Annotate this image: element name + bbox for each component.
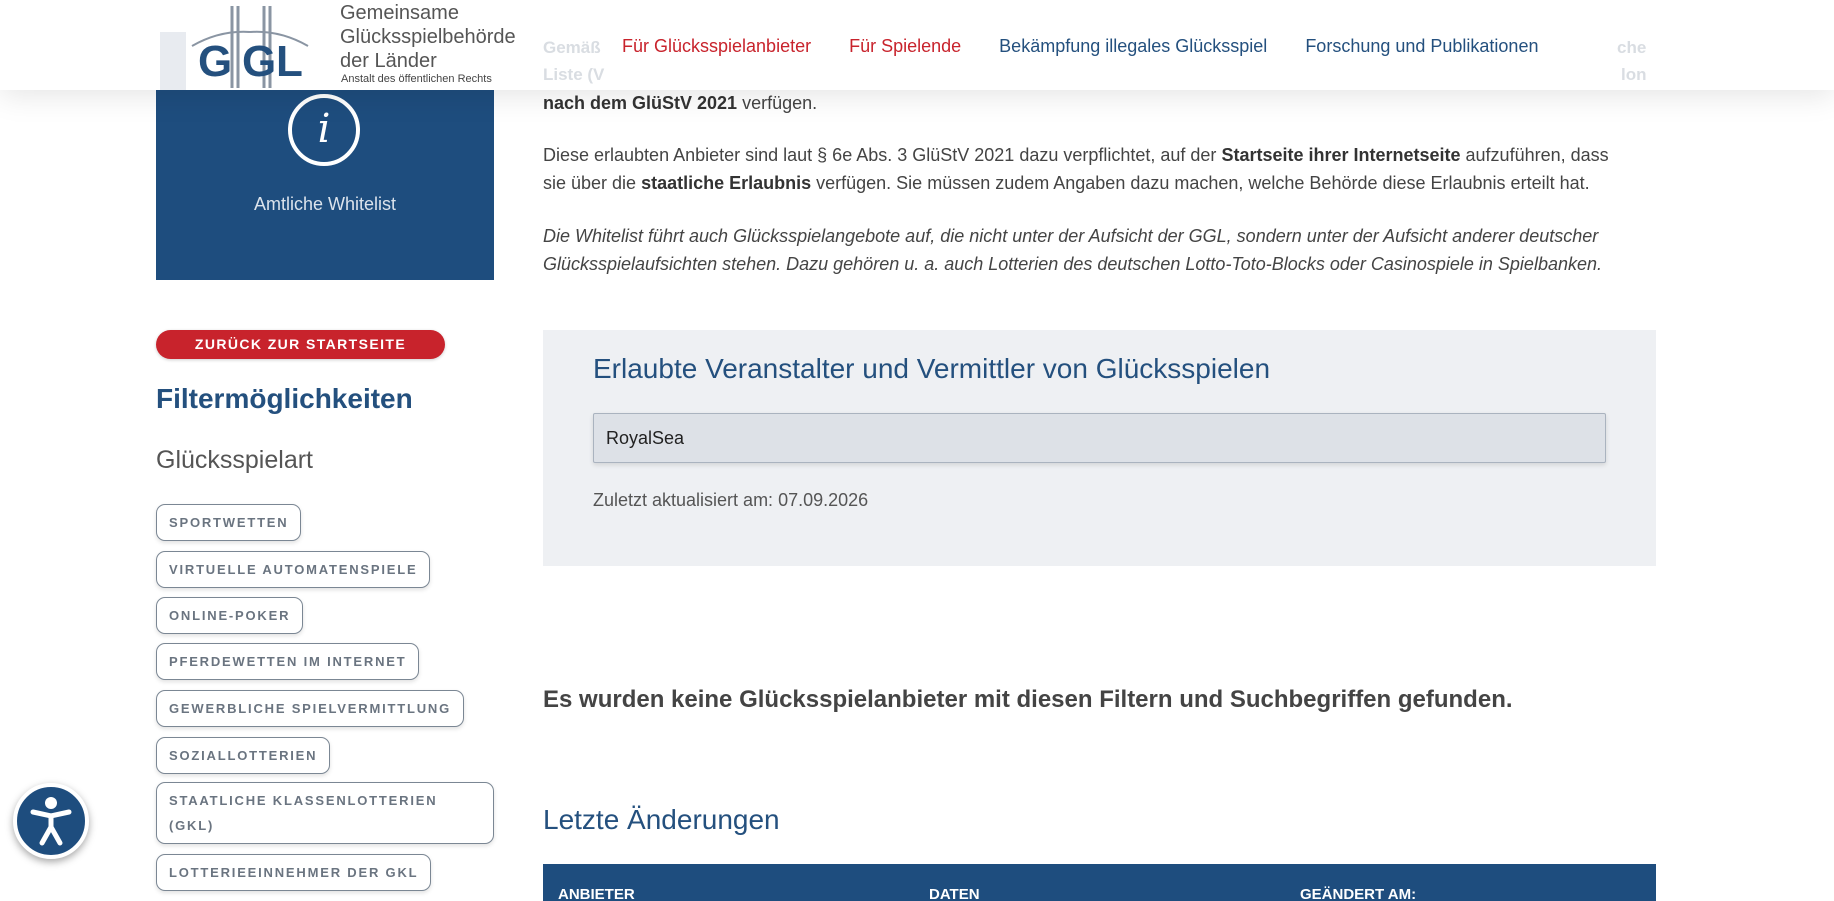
logo-abbr-g2: G — [242, 37, 276, 86]
accessibility-icon — [30, 797, 72, 846]
filter-tag-online-poker[interactable]: ONLINE-POKER — [156, 597, 304, 634]
changes-table-header: ANBIETER DATEN GEÄNDERT AM: — [543, 864, 1656, 901]
intro-paragraph-2-line-2: sie über die staatliche Erlaubnis verfüg… — [543, 169, 1590, 197]
filter-title: Filtermöglichkeiten — [156, 383, 413, 414]
column-header-anbieter[interactable]: ANBIETER — [558, 886, 635, 901]
search-panel-title: Erlaubte Veranstalter und Vermittler von… — [593, 353, 1271, 384]
intro-paragraph-3-line-2: Glücksspielaufsichten stehen. Dazu gehör… — [543, 254, 1602, 274]
para2-l1-text-c: aufzuführen, dass — [1460, 145, 1609, 165]
nav-link-spielende[interactable]: Für Spielende — [849, 36, 961, 57]
nav-link-illegales-gluecksspiel[interactable]: Bekämpfung illegales Glücksspiel — [999, 36, 1267, 57]
accessibility-button[interactable] — [13, 783, 89, 859]
info-icon: i — [288, 94, 360, 166]
whitelist-card-label: Amtliche Whitelist — [253, 194, 397, 214]
search-panel: Erlaubte Veranstalter und Vermittler von… — [543, 330, 1656, 566]
filter-tag-klassenlotterien[interactable]: STAATLICHE KLASSENLOTTERIEN (GKL) — [156, 782, 494, 844]
logo-accent-block — [160, 32, 186, 90]
filter-tag-pferdewetten[interactable]: PFERDEWETTEN IM INTERNET — [156, 643, 420, 680]
logo-name-line-2: Glücksspielbehörde — [340, 26, 516, 48]
no-results-message: Es wurden keine Glücksspielanbieter mit … — [543, 686, 1513, 713]
filter-tag-sportwetten[interactable]: SPORTWETTEN — [156, 504, 302, 541]
filter-tag-lotterieeinnehmer[interactable]: LOTTERIEEINNEHMER DER GKL — [156, 854, 432, 891]
ggl-logo-mark-icon: G G L — [191, 6, 309, 88]
column-header-geaendert-am[interactable]: GEÄNDERT AM: — [1300, 886, 1416, 901]
filter-tag-gewerbliche-spielvermittlung[interactable]: GEWERBLICHE SPIELVERMITTLUNG — [156, 690, 464, 727]
column-header-daten[interactable]: DATEN — [929, 886, 980, 901]
back-to-home-button[interactable]: ZURÜCK ZUR STARTSEITE — [156, 330, 445, 359]
para2-l1-bold: Startseite ihrer Internetseite — [1221, 145, 1461, 165]
site-header: Gemäß Liste (V che lon G G L Gemeinsame … — [0, 0, 1834, 90]
recent-changes-title: Letzte Änderungen — [543, 804, 780, 835]
filter-tag-virtuelle-automatenspiele[interactable]: VIRTUELLE AUTOMATENSPIELE — [156, 551, 431, 588]
para2-l1-text-a: Diese erlaubten Anbieter sind laut § 6e … — [543, 145, 1222, 165]
intro-paragraph-1-rest: verfügen. — [737, 93, 818, 113]
nav-link-anbieter[interactable]: Für Glücksspielanbieter — [622, 36, 811, 57]
intro-ghost-2: Liste (V — [543, 65, 605, 84]
search-input[interactable] — [593, 413, 1606, 463]
para2-l2-bold: staatliche Erlaubnis — [641, 173, 812, 193]
main-nav: Für Glücksspielanbieter Für Spielende Be… — [622, 36, 1576, 57]
logo-name: Gemeinsame Glücksspielbehörde der Länder — [340, 1, 516, 73]
logo-abbr-l: L — [276, 37, 303, 86]
intro-paragraph-1: nach dem GlüStV 2021 verfügen. — [543, 89, 817, 117]
intro-paragraph-3-line-1: Die Whitelist führt auch Glücksspielange… — [543, 226, 1599, 246]
para2-l2-text-a: sie über die — [543, 173, 642, 193]
logo-name-line-3: der Länder — [340, 50, 437, 72]
intro-ghost-4: lon — [1621, 65, 1647, 84]
para2-l2-text-c: verfügen. Sie müssen zudem Angaben dazu … — [811, 173, 1590, 193]
last-updated-text: Zuletzt aktualisiert am: 07.09.2026 — [593, 490, 869, 510]
intro-ghost-3: che — [1617, 38, 1647, 57]
filter-tag-soziallotterien[interactable]: SOZIALLOTTERIEN — [156, 737, 331, 774]
intro-paragraph-1-bold: nach dem GlüStV 2021 — [543, 93, 738, 113]
game-type-title: Glücksspielart — [156, 446, 313, 474]
logo-subtitle: Anstalt des öffentlichen Rechts — [341, 73, 492, 85]
logo-abbr-g1: G — [198, 37, 232, 86]
nav-link-forschung[interactable]: Forschung und Publikationen — [1305, 36, 1538, 57]
whitelist-card[interactable]: i Amtliche Whitelist — [156, 90, 494, 280]
logo-name-line-1: Gemeinsame — [340, 2, 459, 24]
ggl-logo[interactable]: G G L Gemeinsame Glücksspielbehörde der … — [160, 0, 530, 90]
intro-paragraph-2-line-1: Diese erlaubten Anbieter sind laut § 6e … — [543, 141, 1609, 169]
intro-ghost-1: Gemäß — [543, 38, 601, 57]
